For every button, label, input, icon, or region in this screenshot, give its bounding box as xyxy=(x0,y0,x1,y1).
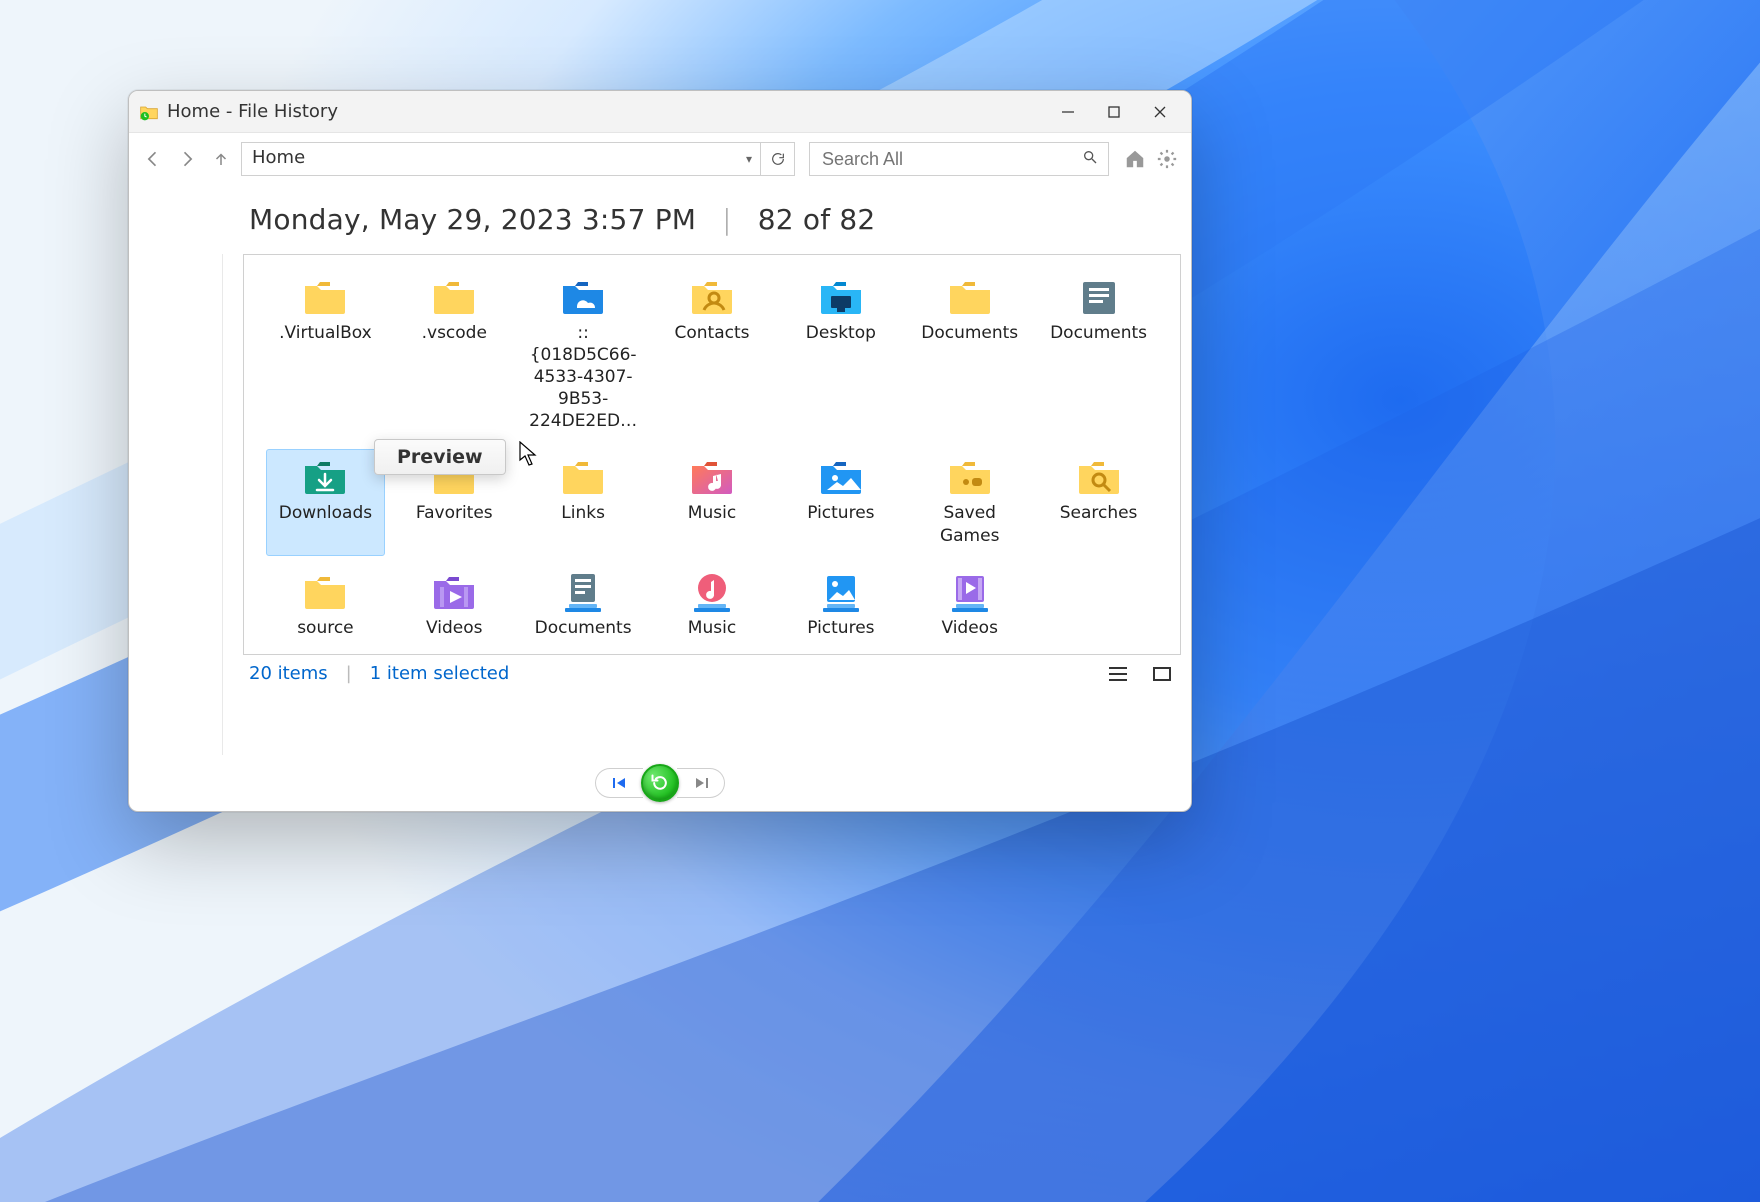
lib-pictures-icon xyxy=(817,571,865,613)
file-item-label: Contacts xyxy=(674,322,749,344)
folder-icon xyxy=(946,276,994,318)
lib-music-icon xyxy=(688,571,736,613)
previous-version-button[interactable] xyxy=(595,768,643,798)
file-item-label: Music xyxy=(688,502,736,524)
folder-icon xyxy=(430,456,478,498)
videos-icon xyxy=(430,571,478,613)
file-item-label: .vscode xyxy=(422,322,487,344)
file-item-label: Desktop xyxy=(806,322,876,344)
settings-button[interactable] xyxy=(1153,145,1181,173)
file-item-label: Documents xyxy=(921,322,1018,344)
snapshot-position: 82 of 82 xyxy=(758,203,876,236)
file-item-label: ::{018D5C66-4533-4307-9B53-224DE2ED… xyxy=(529,322,638,432)
file-item[interactable]: .vscode xyxy=(395,269,514,441)
file-item[interactable]: Contacts xyxy=(653,269,772,441)
file-history-app-icon xyxy=(139,102,159,122)
folder-icon xyxy=(301,571,349,613)
file-item-label: Links xyxy=(561,502,605,524)
home-button[interactable] xyxy=(1121,145,1149,173)
file-item[interactable]: Downloads xyxy=(266,449,385,555)
nav-forward-button[interactable] xyxy=(173,145,201,173)
next-version-button[interactable] xyxy=(677,768,725,798)
file-item[interactable]: ::{018D5C66-4533-4307-9B53-224DE2ED… xyxy=(524,269,643,441)
file-item[interactable]: Documents xyxy=(1039,269,1158,441)
onedrive-icon xyxy=(559,276,607,318)
folder-icon xyxy=(559,456,607,498)
folder-icon xyxy=(301,276,349,318)
lib-videos-icon xyxy=(946,571,994,613)
file-history-window: Home - File History Home ▾ xyxy=(128,90,1192,812)
header-separator: | xyxy=(722,203,732,236)
file-item[interactable]: Music xyxy=(653,449,772,555)
searches-icon xyxy=(1075,456,1123,498)
file-item-label: Videos xyxy=(426,617,483,639)
refresh-button[interactable] xyxy=(761,142,795,176)
close-button[interactable] xyxy=(1137,91,1183,133)
lib-documents-icon xyxy=(559,571,607,613)
address-dropdown-icon[interactable]: ▾ xyxy=(746,152,752,166)
titlebar[interactable]: Home - File History xyxy=(129,91,1191,133)
file-item[interactable]: Pictures xyxy=(781,449,900,555)
maximize-button[interactable] xyxy=(1091,91,1137,133)
desktop-icon xyxy=(817,276,865,318)
search-icon xyxy=(1082,149,1098,169)
status-item-count: 20 items xyxy=(249,663,328,684)
nav-back-button[interactable] xyxy=(139,145,167,173)
file-item-label: Videos xyxy=(941,617,998,639)
details-view-button[interactable] xyxy=(1105,663,1131,685)
search-input[interactable] xyxy=(820,148,1074,171)
file-item-label: Downloads xyxy=(279,502,372,524)
nav-up-button[interactable] xyxy=(207,145,235,173)
documents-blue-icon xyxy=(1075,276,1123,318)
address-bar[interactable]: Home ▾ xyxy=(241,142,761,176)
status-bar: 20 items | 1 item selected xyxy=(243,655,1181,685)
file-item-label: Searches xyxy=(1060,502,1138,524)
file-item-label: Favorites xyxy=(416,502,493,524)
icons-view-button[interactable] xyxy=(1149,663,1175,685)
file-item[interactable]: .VirtualBox xyxy=(266,269,385,441)
pictures-icon xyxy=(817,456,865,498)
file-item[interactable]: Pictures xyxy=(781,564,900,648)
folder-icon xyxy=(430,276,478,318)
file-item[interactable]: Videos xyxy=(395,564,514,648)
downloads-icon xyxy=(301,456,349,498)
file-item[interactable]: Documents xyxy=(910,269,1029,441)
search-box[interactable] xyxy=(809,142,1109,176)
nav-toolbar: Home ▾ xyxy=(129,133,1191,185)
saved-games-icon xyxy=(946,456,994,498)
file-item-label: source xyxy=(297,617,353,639)
restore-button[interactable] xyxy=(641,764,679,802)
file-item[interactable]: source xyxy=(266,564,385,648)
file-item[interactable]: Saved Games xyxy=(910,449,1029,555)
file-item-label: Documents xyxy=(1050,322,1147,344)
snapshot-datetime: Monday, May 29, 2023 3:57 PM xyxy=(249,203,696,236)
file-item[interactable]: Links xyxy=(524,449,643,555)
history-nav-controls xyxy=(129,755,1191,811)
file-item-label: Pictures xyxy=(807,617,874,639)
file-item[interactable]: Desktop xyxy=(781,269,900,441)
file-item[interactable]: Music xyxy=(653,564,772,648)
file-item[interactable]: Documents xyxy=(524,564,643,648)
file-item-label: .VirtualBox xyxy=(279,322,372,344)
snapshot-header: Monday, May 29, 2023 3:57 PM | 82 of 82 xyxy=(129,185,1191,254)
file-item-label: Music xyxy=(688,617,736,639)
file-item-label: Pictures xyxy=(807,502,874,524)
window-title: Home - File History xyxy=(167,101,338,122)
file-item[interactable]: Searches xyxy=(1039,449,1158,555)
address-text: Home xyxy=(252,147,305,168)
sidebar xyxy=(139,254,223,755)
minimize-button[interactable] xyxy=(1045,91,1091,133)
file-panel[interactable]: Preview .VirtualBox .vscode ::{0 xyxy=(243,254,1181,655)
file-item[interactable]: Favorites xyxy=(395,449,514,555)
status-selected-count: 1 item selected xyxy=(370,663,510,684)
file-item-label: Saved Games xyxy=(915,502,1024,546)
music-icon xyxy=(688,456,736,498)
file-item[interactable]: Videos xyxy=(910,564,1029,648)
contacts-icon xyxy=(688,276,736,318)
file-item-label: Documents xyxy=(535,617,632,639)
